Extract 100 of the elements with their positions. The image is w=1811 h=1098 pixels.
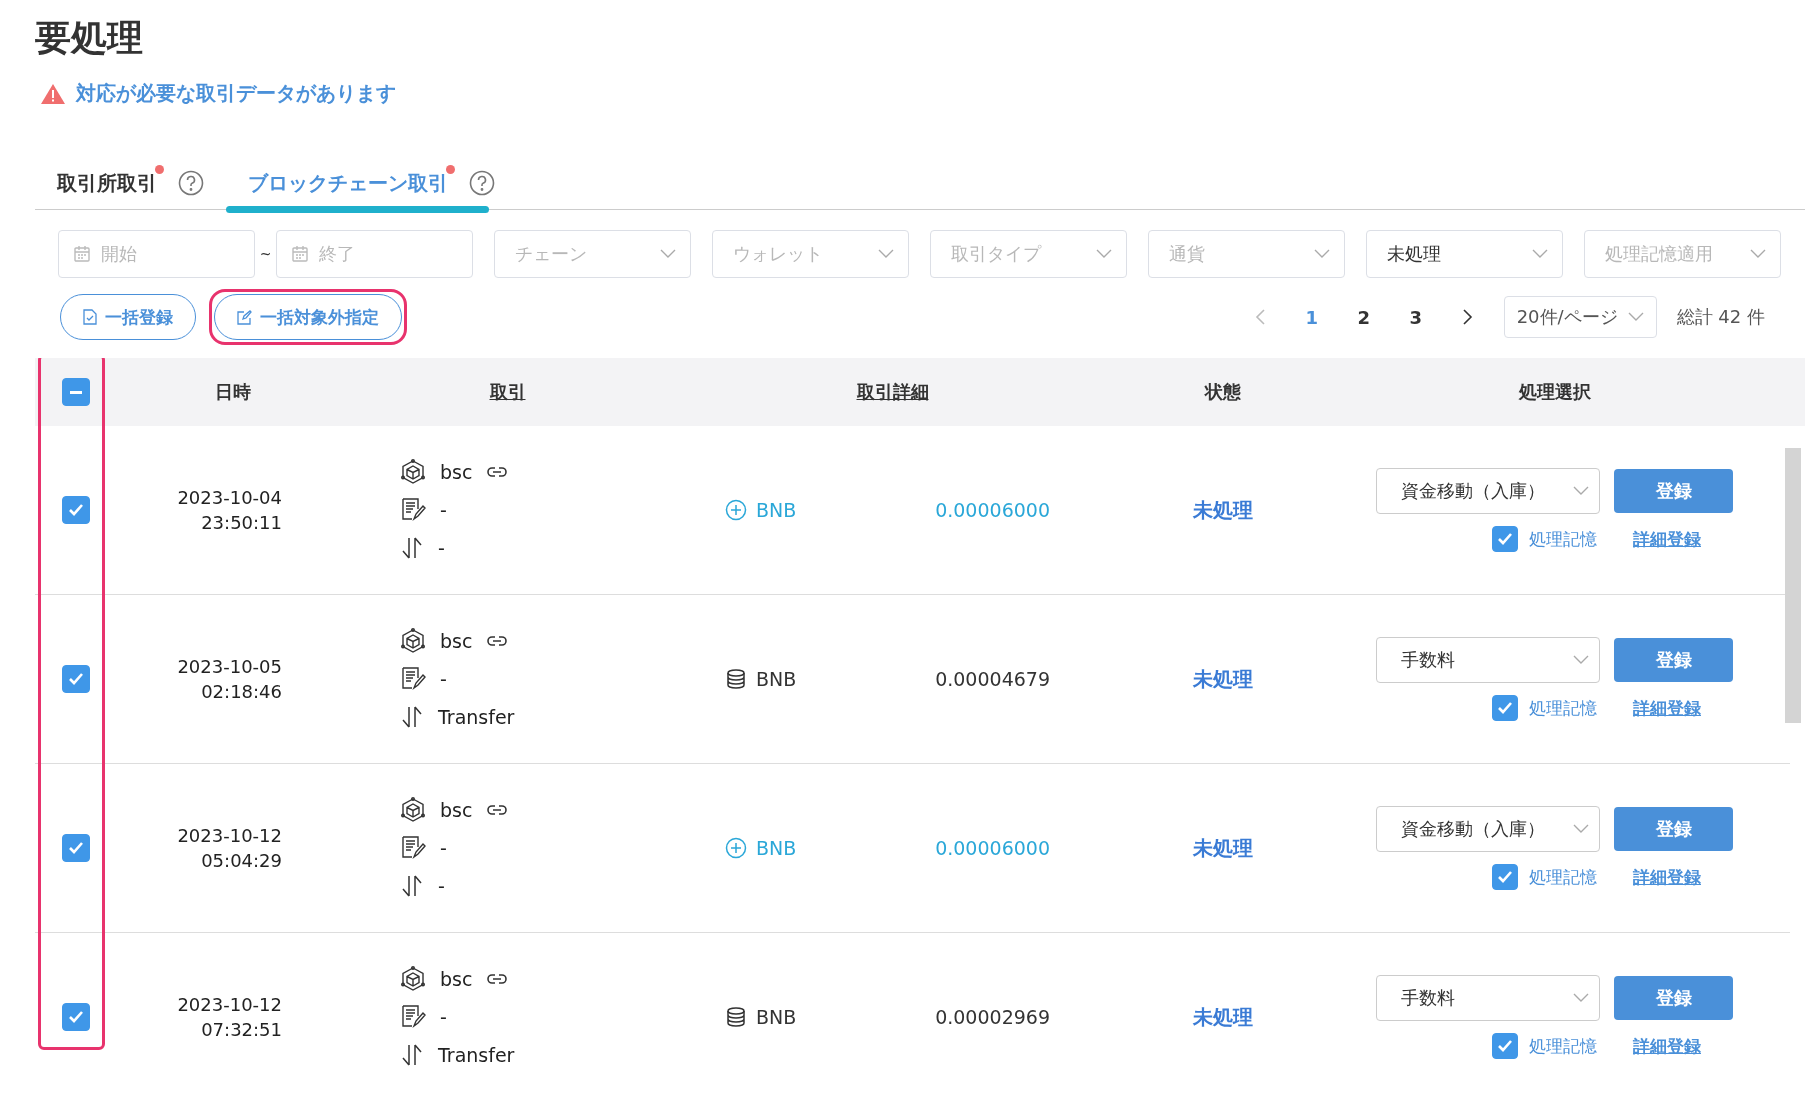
coins-icon <box>725 1006 747 1028</box>
row-checkbox[interactable] <box>61 1003 90 1031</box>
check-icon <box>1497 870 1513 884</box>
checkbox-label: 処理記憶 <box>1529 527 1597 551</box>
filter-select[interactable]: 取引タイプ <box>930 230 1127 278</box>
memo-text: - <box>440 499 447 521</box>
cube-icon <box>400 628 426 654</box>
plus-circle-icon <box>725 837 747 859</box>
chevron-down-icon <box>1314 249 1330 259</box>
category-select[interactable]: 手数料 <box>1376 975 1600 1021</box>
check-icon <box>67 672 84 686</box>
page-number[interactable]: 3 <box>1389 306 1442 328</box>
category-select[interactable]: 資金移動（入庫） <box>1376 468 1600 514</box>
up-down-arrows-icon <box>400 705 424 729</box>
memo-text: - <box>440 1006 447 1028</box>
select-all-checkbox[interactable] <box>61 378 90 406</box>
time-text: 05:04:29 <box>201 849 282 873</box>
detail-link[interactable]: 詳細登録 <box>1633 1034 1701 1058</box>
scrollbar[interactable] <box>1785 448 1801 723</box>
memo-text: - <box>440 668 447 690</box>
filter-select[interactable]: 通貨 <box>1148 230 1345 278</box>
remember-checkbox[interactable] <box>1492 1033 1518 1059</box>
chevron-left-icon[interactable] <box>1254 309 1265 325</box>
bulk-action-button[interactable]: 一括登録 <box>60 294 196 340</box>
checkbox-label: 処理記憶 <box>1529 696 1597 720</box>
column-header: 日時 <box>214 381 251 402</box>
chevron-down-icon <box>1750 249 1766 259</box>
detail-link[interactable]: 詳細登録 <box>1633 865 1701 889</box>
total-count: 総計 42 件 <box>1676 305 1765 329</box>
cube-icon <box>400 459 426 485</box>
memo-icon <box>400 666 426 692</box>
register-button[interactable]: 登録 <box>1614 469 1733 513</box>
chevron-right-icon[interactable] <box>1462 309 1473 325</box>
detail-link[interactable]: 詳細登録 <box>1633 527 1701 551</box>
document-check-icon <box>83 309 97 325</box>
filter-select[interactable]: 未処理 <box>1366 230 1563 278</box>
filter-select[interactable]: ウォレット <box>712 230 909 278</box>
transaction-type: - <box>438 875 445 897</box>
column-header: 状態 <box>1204 381 1241 402</box>
row-checkbox[interactable] <box>61 496 90 524</box>
chevron-down-icon <box>1627 312 1644 322</box>
page-number[interactable]: 2 <box>1337 306 1390 328</box>
remember-checkbox[interactable] <box>1492 526 1518 552</box>
register-button[interactable]: 登録 <box>1614 638 1733 682</box>
link-icon[interactable] <box>486 465 509 479</box>
date-text: 2023-10-04 <box>177 486 282 510</box>
date-field[interactable]: 終了 <box>276 230 473 278</box>
remember-checkbox[interactable] <box>1492 864 1518 890</box>
page-number[interactable]: 1 <box>1285 306 1338 328</box>
tab[interactable]: ブロックチェーン取引 <box>248 169 448 197</box>
currency-name: BNB <box>756 1006 797 1028</box>
plus-circle-icon <box>725 499 747 521</box>
date-field[interactable]: 開始 <box>58 230 255 278</box>
up-down-arrows-icon <box>400 536 424 560</box>
help-icon[interactable] <box>178 170 204 196</box>
check-icon <box>67 1010 84 1024</box>
up-down-arrows-icon <box>400 874 424 898</box>
time-text: 23:50:11 <box>201 511 282 535</box>
check-icon <box>1497 1039 1513 1053</box>
time-text: 02:18:46 <box>201 680 282 704</box>
page-size-select[interactable]: 20件/ページ <box>1503 296 1657 338</box>
coins-icon <box>725 668 747 690</box>
cube-icon <box>400 966 426 992</box>
alert-message: 対応が必要な取引データがあります <box>76 80 396 107</box>
detail-link[interactable]: 詳細登録 <box>1633 696 1701 720</box>
row-checkbox[interactable] <box>61 834 90 862</box>
filter-select[interactable]: チェーン <box>494 230 691 278</box>
category-select[interactable]: 資金移動（入庫） <box>1376 806 1600 852</box>
amount-text: 0.00006000 <box>935 499 1050 521</box>
memo-icon <box>400 835 426 861</box>
remember-checkbox[interactable] <box>1492 695 1518 721</box>
memo-icon <box>400 497 426 523</box>
link-icon[interactable] <box>486 634 509 648</box>
date-text: 2023-10-12 <box>177 824 282 848</box>
memo-icon <box>400 1004 426 1030</box>
chain-name: bsc <box>440 630 473 652</box>
link-icon[interactable] <box>486 972 509 986</box>
chevron-down-icon <box>878 249 894 259</box>
check-icon <box>1497 532 1513 546</box>
page-title: 要処理 <box>35 16 143 60</box>
memo-text: - <box>440 837 447 859</box>
link-icon[interactable] <box>486 803 509 817</box>
help-icon[interactable] <box>469 170 495 196</box>
register-button[interactable]: 登録 <box>1614 807 1733 851</box>
chain-name: bsc <box>440 799 473 821</box>
bulk-action-button[interactable]: 一括対象外指定 <box>214 294 402 340</box>
chevron-down-icon <box>1573 486 1589 496</box>
amount-text: 0.00002969 <box>935 1006 1050 1028</box>
filter-select[interactable]: 処理記憶適用 <box>1584 230 1781 278</box>
chevron-down-icon <box>1573 824 1589 834</box>
transaction-type: Transfer <box>438 1044 515 1066</box>
checkbox-label: 処理記憶 <box>1529 1034 1597 1058</box>
category-select[interactable]: 手数料 <box>1376 637 1600 683</box>
currency-name: BNB <box>756 837 797 859</box>
register-button[interactable]: 登録 <box>1614 976 1733 1020</box>
status-text: 未処理 <box>1192 835 1253 860</box>
tab[interactable]: 取引所取引 <box>57 169 157 197</box>
row-checkbox[interactable] <box>61 665 90 693</box>
range-separator: ~ <box>258 246 273 262</box>
minus-icon <box>69 390 82 394</box>
